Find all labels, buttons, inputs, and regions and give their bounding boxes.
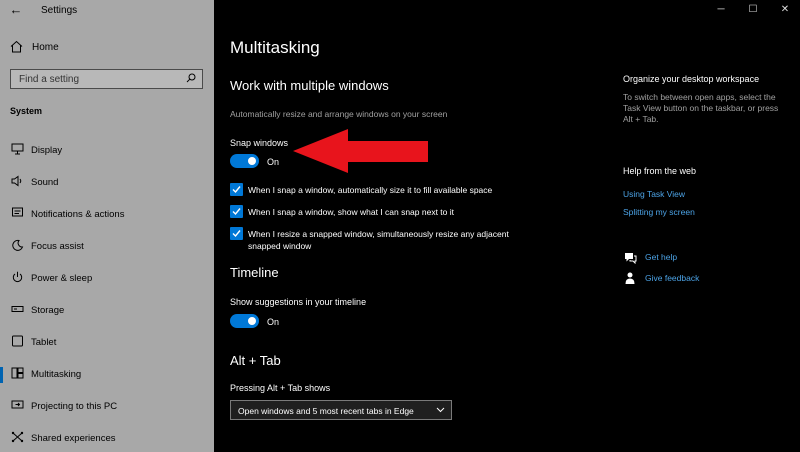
speaker-icon bbox=[10, 175, 24, 189]
page-title: Multitasking bbox=[230, 38, 320, 57]
sidebar-item-label: Sound bbox=[31, 177, 59, 188]
sidebar-item-storage[interactable]: Storage bbox=[0, 295, 214, 327]
checkbox-label: When I snap a window, automatically size… bbox=[248, 185, 493, 195]
sidebar-item-label: Multitasking bbox=[31, 369, 82, 380]
storage-icon bbox=[10, 303, 24, 317]
minimize-icon[interactable]: ─ bbox=[714, 4, 728, 15]
red-arrow-annotation bbox=[293, 129, 428, 173]
shared-icon bbox=[10, 431, 24, 445]
home-icon bbox=[10, 40, 23, 56]
search-placeholder: Find a setting bbox=[19, 74, 80, 85]
dropdown-value: Open windows and 5 most recent tabs in E… bbox=[238, 406, 414, 416]
sidebar-item-sound[interactable]: Sound bbox=[0, 167, 214, 199]
window-title: Settings bbox=[41, 5, 78, 16]
snap-description: Automatically resize and arrange windows… bbox=[230, 109, 448, 119]
checkbox-checked[interactable] bbox=[230, 227, 243, 240]
sidebar-item-display[interactable]: Display bbox=[0, 135, 214, 167]
sidebar-section-system: System bbox=[10, 106, 43, 116]
timeline-heading: Timeline bbox=[230, 265, 279, 280]
sidebar-item-tablet[interactable]: Tablet bbox=[0, 327, 214, 359]
give-feedback-label: Give feedback bbox=[645, 273, 700, 283]
organize-text: To switch between open apps, select the … bbox=[623, 92, 779, 124]
multitasking-icon bbox=[10, 367, 24, 381]
link-using-task-view[interactable]: Using Task View bbox=[623, 189, 685, 199]
back-arrow-icon[interactable]: ← bbox=[8, 2, 24, 18]
timeline-label: Show suggestions in your timeline bbox=[230, 297, 367, 307]
sidebar-home[interactable]: Home bbox=[0, 38, 214, 58]
help-heading: Help from the web bbox=[623, 166, 697, 176]
projecting-icon bbox=[10, 399, 24, 413]
timeline-toggle[interactable] bbox=[230, 314, 259, 328]
alttab-label: Pressing Alt + Tab shows bbox=[230, 383, 331, 393]
sidebar-item-focus-assist[interactable]: Focus assist bbox=[0, 231, 214, 263]
timeline-toggle-state: On bbox=[267, 317, 280, 327]
sidebar-item-label: Display bbox=[31, 145, 63, 156]
sidebar-item-label: Tablet bbox=[31, 337, 57, 348]
snap-heading: Work with multiple windows bbox=[230, 78, 389, 93]
toggle-knob bbox=[248, 157, 256, 165]
checkbox-checked[interactable] bbox=[230, 183, 243, 196]
moon-icon bbox=[10, 239, 24, 253]
sidebar-item-notifications[interactable]: Notifications & actions bbox=[0, 199, 214, 231]
checkbox-label: When I snap a window, show what I can sn… bbox=[248, 207, 455, 217]
sidebar-item-multitasking[interactable]: Multitasking bbox=[0, 359, 214, 391]
chevron-down-icon bbox=[436, 407, 445, 413]
monitor-icon bbox=[10, 143, 24, 157]
notification-icon bbox=[10, 207, 24, 221]
sidebar-item-projecting[interactable]: Projecting to this PC bbox=[0, 391, 214, 423]
toggle-knob bbox=[248, 317, 256, 325]
search-icon bbox=[186, 73, 196, 83]
sidebar-item-label: Power & sleep bbox=[31, 273, 93, 284]
snap-windows-toggle[interactable] bbox=[230, 154, 259, 168]
feedback-icon bbox=[625, 272, 635, 284]
snap-toggle-state: On bbox=[267, 157, 280, 167]
tablet-icon bbox=[10, 335, 24, 349]
snap-windows-label: Snap windows bbox=[230, 138, 289, 148]
alttab-dropdown[interactable]: Open windows and 5 most recent tabs in E… bbox=[230, 400, 452, 420]
sidebar-home-label: Home bbox=[32, 42, 59, 53]
checkbox-label: When I resize a snapped window, simultan… bbox=[248, 229, 509, 251]
chat-help-icon bbox=[625, 253, 637, 264]
alttab-heading: Alt + Tab bbox=[230, 353, 281, 368]
sidebar-nav: Display Sound Notifications & actions Fo… bbox=[0, 135, 214, 452]
maximize-icon[interactable]: ☐ bbox=[746, 4, 760, 15]
sidebar-item-label: Shared experiences bbox=[31, 433, 116, 444]
sidebar-item-label: Storage bbox=[31, 305, 65, 316]
sidebar-item-shared-experiences[interactable]: Shared experiences bbox=[0, 423, 214, 452]
get-help-label: Get help bbox=[645, 252, 678, 262]
main-content: Multitasking Work with multiple windows … bbox=[230, 0, 610, 452]
sidebar-item-label: Focus assist bbox=[31, 241, 84, 252]
organize-heading: Organize your desktop workspace bbox=[623, 74, 760, 84]
sidebar-item-label: Notifications & actions bbox=[31, 209, 125, 220]
power-icon bbox=[10, 271, 24, 285]
sidebar-item-power-sleep[interactable]: Power & sleep bbox=[0, 263, 214, 295]
search-input[interactable]: Find a setting bbox=[10, 69, 203, 89]
link-splitting-screen[interactable]: Splitting my screen bbox=[623, 207, 695, 217]
close-icon[interactable]: ✕ bbox=[778, 4, 792, 15]
settings-sidebar: ← Settings Home Find a setting System Di… bbox=[0, 0, 214, 452]
checkbox-checked[interactable] bbox=[230, 205, 243, 218]
sidebar-item-label: Projecting to this PC bbox=[31, 401, 118, 412]
